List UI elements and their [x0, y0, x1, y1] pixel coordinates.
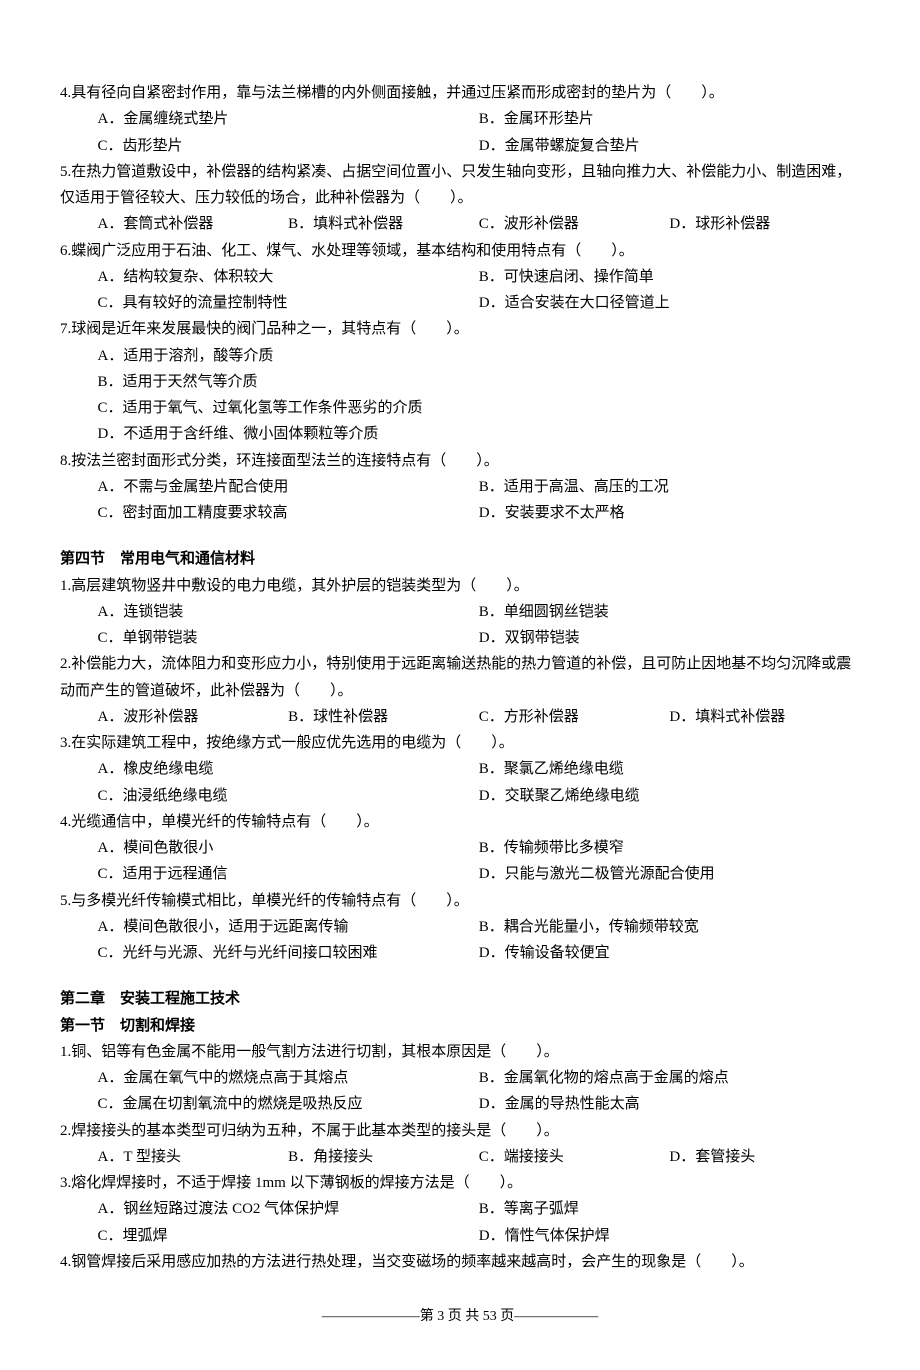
chapter-2-title: 第二章 安装工程施工技术 — [60, 986, 860, 1012]
question-s3-8: 8.按法兰密封面形式分类，环连接面型法兰的连接特点有（ ）。 A．不需与金属垫片… — [60, 448, 860, 527]
option-a: A．适用于溶剂，酸等介质 — [98, 343, 861, 369]
options: A．不需与金属垫片配合使用 B．适用于高温、高压的工况 C．密封面加工精度要求较… — [60, 474, 860, 527]
options: A．结构较复杂、体积较大 B．可快速启闭、操作简单 C．具有较好的流量控制特性 … — [60, 264, 860, 317]
question-text: 4.钢管焊接后采用感应加热的方法进行热处理，当交变磁场的频率越来越高时，会产生的… — [60, 1249, 860, 1275]
option-c: C．适用于氧气、过氧化氢等工作条件恶劣的介质 — [98, 395, 861, 421]
options: A．适用于溶剂，酸等介质 B．适用于天然气等介质 C．适用于氧气、过氧化氢等工作… — [60, 343, 860, 448]
option-d: D．适合安装在大口径管道上 — [479, 290, 860, 316]
option-d: D．套管接头 — [669, 1144, 860, 1170]
option-d: D．传输设备较便宜 — [479, 940, 860, 966]
option-c: C．光纤与光源、光纤与光纤间接口较困难 — [98, 940, 479, 966]
question-ch2s1-2: 2.焊接接头的基本类型可归纳为五种，不属于此基本类型的接头是（ ）。 A．T 型… — [60, 1118, 860, 1171]
option-d: D．安装要求不太严格 — [479, 500, 860, 526]
question-s4-1: 1.高层建筑物竖井中敷设的电力电缆，其外护层的铠装类型为（ ）。 A．连锁铠装 … — [60, 573, 860, 652]
question-ch2s1-1: 1.铜、铝等有色金属不能用一般气割方法进行切割，其根本原因是（ ）。 A．金属在… — [60, 1039, 860, 1118]
option-c: C．波形补偿器 — [479, 211, 670, 237]
question-s3-5: 5.在热力管道敷设中，补偿器的结构紧凑、占据空间位置小、只发生轴向变形，且轴向推… — [60, 159, 860, 238]
question-text: 5.与多模光纤传输模式相比，单模光纤的传输特点有（ ）。 — [60, 888, 860, 914]
question-s4-2: 2.补偿能力大，流体阻力和变形应力小，特别使用于远距离输送热能的热力管道的补偿，… — [60, 651, 860, 730]
option-b: B．耦合光能量小，传输频带较宽 — [479, 914, 860, 940]
question-text: 2.焊接接头的基本类型可归纳为五种，不属于此基本类型的接头是（ ）。 — [60, 1118, 860, 1144]
option-a: A．钢丝短路过渡法 CO2 气体保护焊 — [98, 1196, 479, 1222]
option-b: B．适用于高温、高压的工况 — [479, 474, 860, 500]
option-d: D．只能与激光二极管光源配合使用 — [479, 861, 860, 887]
option-a: A．模间色散很小 — [98, 835, 479, 861]
options: A．金属在氧气中的燃烧点高于其熔点 B．金属氧化物的熔点高于金属的熔点 C．金属… — [60, 1065, 860, 1118]
option-b: B．金属环形垫片 — [479, 106, 860, 132]
question-text: 7.球阀是近年来发展最快的阀门品种之一，其特点有（ ）。 — [60, 316, 860, 342]
options: A．连锁铠装 B．单细圆钢丝铠装 C．单钢带铠装 D．双钢带铠装 — [60, 599, 860, 652]
option-b: B．等离子弧焊 — [479, 1196, 860, 1222]
question-text: 4.光缆通信中，单模光纤的传输特点有（ ）。 — [60, 809, 860, 835]
section-4-title: 第四节 常用电气和通信材料 — [60, 546, 860, 572]
question-text: 1.铜、铝等有色金属不能用一般气割方法进行切割，其根本原因是（ ）。 — [60, 1039, 860, 1065]
options: A．模间色散很小 B．传输频带比多模窄 C．适用于远程通信 D．只能与激光二极管… — [60, 835, 860, 888]
option-b: B．单细圆钢丝铠装 — [479, 599, 860, 625]
option-c: C．单钢带铠装 — [98, 625, 479, 651]
option-b: B．传输频带比多模窄 — [479, 835, 860, 861]
question-s4-3: 3.在实际建筑工程中，按绝缘方式一般应优先选用的电缆为（ ）。 A．橡皮绝缘电缆… — [60, 730, 860, 809]
option-c: C．具有较好的流量控制特性 — [98, 290, 479, 316]
options: A．模间色散很小，适用于远距离传输 B．耦合光能量小，传输频带较宽 C．光纤与光… — [60, 914, 860, 967]
question-s3-7: 7.球阀是近年来发展最快的阀门品种之一，其特点有（ ）。 A．适用于溶剂，酸等介… — [60, 316, 860, 447]
question-text: 3.熔化焊焊接时，不适于焊接 1mm 以下薄钢板的焊接方法是（ ）。 — [60, 1170, 860, 1196]
option-b: B．角接接头 — [288, 1144, 479, 1170]
option-b: B．聚氯乙烯绝缘电缆 — [479, 756, 860, 782]
option-c: C．密封面加工精度要求较高 — [98, 500, 479, 526]
option-d: D．金属的导热性能太高 — [479, 1091, 860, 1117]
option-d: D．双钢带铠装 — [479, 625, 860, 651]
option-c: C．方形补偿器 — [479, 704, 670, 730]
question-s4-4: 4.光缆通信中，单模光纤的传输特点有（ ）。 A．模间色散很小 B．传输频带比多… — [60, 809, 860, 888]
option-d: D．填料式补偿器 — [669, 704, 860, 730]
option-a: A．T 型接头 — [98, 1144, 289, 1170]
options: A．T 型接头 B．角接接头 C．端接接头 D．套管接头 — [60, 1144, 860, 1170]
option-b: B．可快速启闭、操作简单 — [479, 264, 860, 290]
option-a: A．结构较复杂、体积较大 — [98, 264, 479, 290]
question-text: 2.补偿能力大，流体阻力和变形应力小，特别使用于远距离输送热能的热力管道的补偿，… — [60, 651, 860, 704]
question-text: 5.在热力管道敷设中，补偿器的结构紧凑、占据空间位置小、只发生轴向变形，且轴向推… — [60, 159, 860, 212]
option-c: C．端接接头 — [479, 1144, 670, 1170]
question-text: 3.在实际建筑工程中，按绝缘方式一般应优先选用的电缆为（ ）。 — [60, 730, 860, 756]
option-a: A．模间色散很小，适用于远距离传输 — [98, 914, 479, 940]
option-a: A．金属缠绕式垫片 — [98, 106, 479, 132]
option-d: D．金属带螺旋复合垫片 — [479, 133, 860, 159]
question-ch2s1-4: 4.钢管焊接后采用感应加热的方法进行热处理，当交变磁场的频率越来越高时，会产生的… — [60, 1249, 860, 1275]
option-d: D．不适用于含纤维、微小固体颗粒等介质 — [98, 421, 861, 447]
options: A．钢丝短路过渡法 CO2 气体保护焊 B．等离子弧焊 C．埋弧焊 D．惰性气体… — [60, 1196, 860, 1249]
option-a: A．波形补偿器 — [98, 704, 289, 730]
option-a: A．连锁铠装 — [98, 599, 479, 625]
options: A．金属缠绕式垫片 B．金属环形垫片 C．齿形垫片 D．金属带螺旋复合垫片 — [60, 106, 860, 159]
question-text: 8.按法兰密封面形式分类，环连接面型法兰的连接特点有（ ）。 — [60, 448, 860, 474]
options: A．波形补偿器 B．球性补偿器 C．方形补偿器 D．填料式补偿器 — [60, 704, 860, 730]
option-b: B．填料式补偿器 — [288, 211, 479, 237]
options: A．套筒式补偿器 B．填料式补偿器 C．波形补偿器 D．球形补偿器 — [60, 211, 860, 237]
question-ch2s1-3: 3.熔化焊焊接时，不适于焊接 1mm 以下薄钢板的焊接方法是（ ）。 A．钢丝短… — [60, 1170, 860, 1249]
option-d: D．球形补偿器 — [669, 211, 860, 237]
question-s4-5: 5.与多模光纤传输模式相比，单模光纤的传输特点有（ ）。 A．模间色散很小，适用… — [60, 888, 860, 967]
option-a: A．橡皮绝缘电缆 — [98, 756, 479, 782]
option-b: B．金属氧化物的熔点高于金属的熔点 — [479, 1065, 860, 1091]
question-s3-6: 6.蝶阀广泛应用于石油、化工、煤气、水处理等领域，基本结构和使用特点有（ ）。 … — [60, 238, 860, 317]
option-c: C．齿形垫片 — [98, 133, 479, 159]
option-c: C．适用于远程通信 — [98, 861, 479, 887]
option-b: B．适用于天然气等介质 — [98, 369, 861, 395]
option-a: A．套筒式补偿器 — [98, 211, 289, 237]
question-text: 4.具有径向自紧密封作用，靠与法兰梯槽的内外侧面接触，并通过压紧而形成密封的垫片… — [60, 80, 860, 106]
question-text: 6.蝶阀广泛应用于石油、化工、煤气、水处理等领域，基本结构和使用特点有（ ）。 — [60, 238, 860, 264]
option-d: D．惰性气体保护焊 — [479, 1223, 860, 1249]
option-a: A．不需与金属垫片配合使用 — [98, 474, 479, 500]
option-a: A．金属在氧气中的燃烧点高于其熔点 — [98, 1065, 479, 1091]
question-s3-4: 4.具有径向自紧密封作用，靠与法兰梯槽的内外侧面接触，并通过压紧而形成密封的垫片… — [60, 80, 860, 159]
option-b: B．球性补偿器 — [288, 704, 479, 730]
option-c: C．金属在切割氧流中的燃烧是吸热反应 — [98, 1091, 479, 1117]
question-text: 1.高层建筑物竖井中敷设的电力电缆，其外护层的铠装类型为（ ）。 — [60, 573, 860, 599]
option-c: C．埋弧焊 — [98, 1223, 479, 1249]
option-d: D．交联聚乙烯绝缘电缆 — [479, 783, 860, 809]
chapter-2-section-1-title: 第一节 切割和焊接 — [60, 1013, 860, 1039]
page-footer: ———————第 3 页 共 53 页—————— — [60, 1305, 860, 1330]
option-c: C．油浸纸绝缘电缆 — [98, 783, 479, 809]
options: A．橡皮绝缘电缆 B．聚氯乙烯绝缘电缆 C．油浸纸绝缘电缆 D．交联聚乙烯绝缘电… — [60, 756, 860, 809]
